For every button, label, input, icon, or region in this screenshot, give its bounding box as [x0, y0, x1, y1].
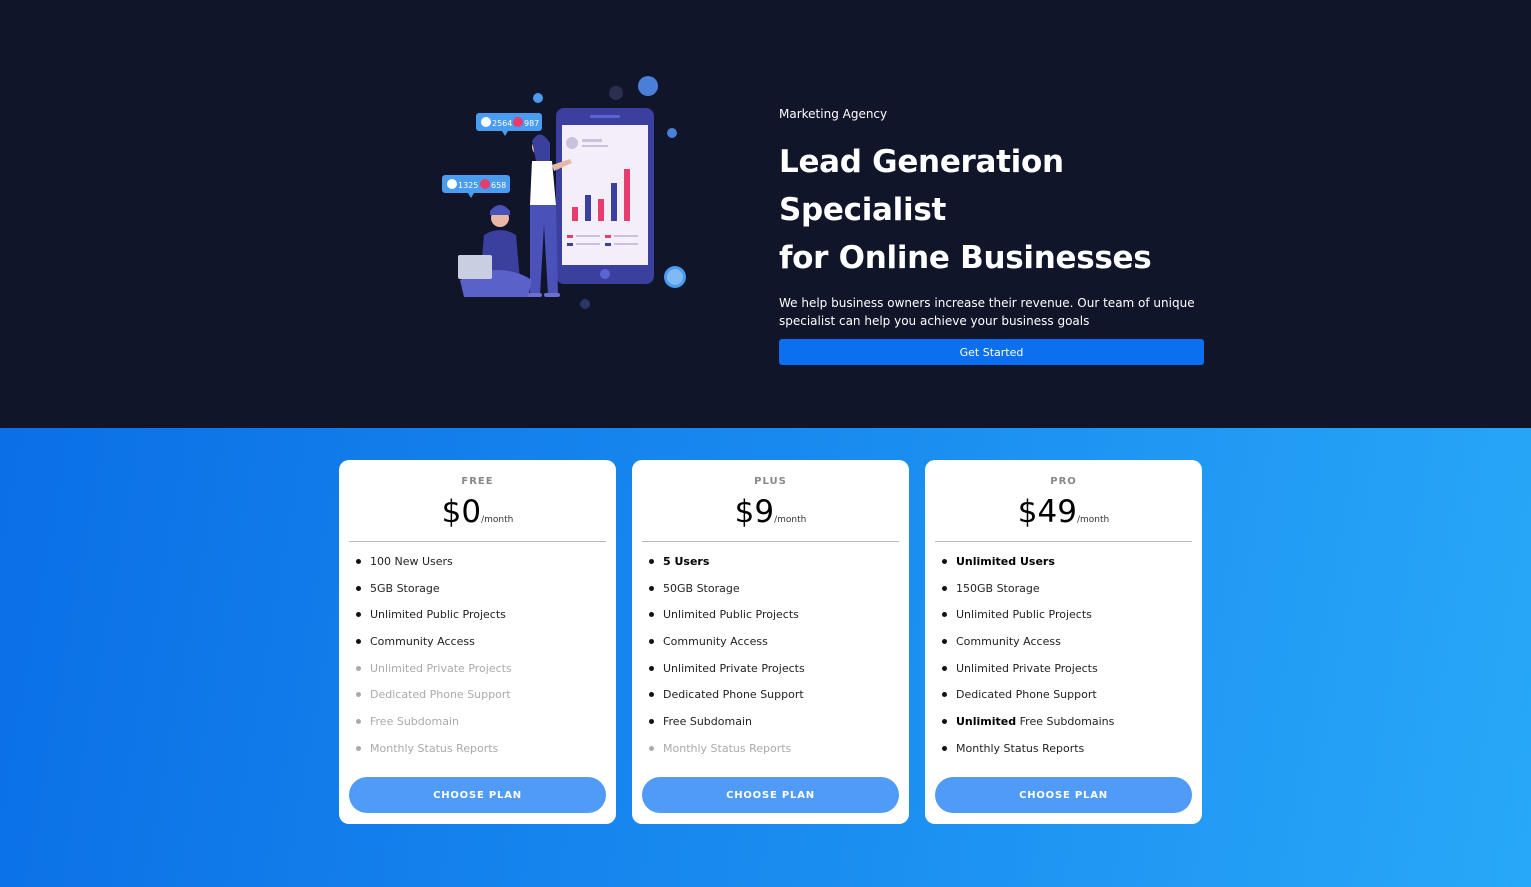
feature-text: Dedicated Phone Support — [370, 688, 511, 702]
feature-item: Community Access — [649, 635, 899, 662]
badge-likes-1: 2564 — [492, 119, 512, 128]
choose-plan-button-plus[interactable]: CHOOSE PLAN — [642, 777, 899, 813]
plan-tier: FREE — [461, 476, 494, 487]
choose-plan-button-free[interactable]: CHOOSE PLAN — [349, 777, 606, 813]
feature-text: 100 New Users — [370, 555, 453, 568]
price-period: /month — [1076, 515, 1110, 525]
pricing-section: FREE $0/month 100 New Users 5GB Storage Un… — [0, 428, 1531, 887]
get-started-button[interactable]: Get Started — [779, 339, 1204, 365]
hero-content: Marketing Agency Lead Generation Special… — [779, 106, 1205, 365]
feature-text: Unlimited Public Projects — [663, 608, 799, 622]
feature-item: Free Subdomain — [356, 715, 606, 742]
feature-item: Free Subdomain — [649, 715, 899, 742]
feature-text: Community Access — [956, 635, 1061, 649]
plan-price: $9/month — [642, 491, 899, 535]
price-amount: $49 — [1017, 494, 1077, 530]
price-amount: $0 — [441, 494, 482, 530]
feature-item: Unlimited Private Projects — [649, 662, 899, 689]
feature-list: 100 New Users 5GB Storage Unlimited Public… — [349, 555, 606, 769]
choose-plan-button-pro[interactable]: CHOOSE PLAN — [935, 777, 1192, 813]
feature-text: 50GB Storage — [663, 581, 740, 595]
pricing-card-pro: PRO $49/month Unlimited Users 150GB Stora… — [925, 460, 1202, 824]
feature-text: Free Subdomain — [663, 715, 752, 729]
pricing-card-free: FREE $0/month 100 New Users 5GB Storage Un… — [339, 460, 616, 824]
plan-price: $0/month — [349, 491, 606, 535]
divider — [349, 541, 606, 542]
feature-highlight: Unlimited Users — [956, 555, 1055, 568]
feature-item: 150GB Storage — [942, 582, 1192, 609]
feature-list: Unlimited Users 150GB Storage Unlimited Pu… — [935, 555, 1192, 769]
feature-text: 5GB Storage — [370, 581, 440, 595]
headline-line-2: for Online Businesses — [779, 240, 1152, 276]
feature-item: Unlimited Public Projects — [649, 608, 899, 635]
feature-item: Unlimited Free Subdomains — [942, 715, 1192, 742]
plan-price: $49/month — [935, 491, 1192, 535]
feature-text: Monthly Status Reports — [956, 741, 1085, 755]
hero-description: We help business owners increase their r… — [779, 296, 1195, 328]
feature-text: Dedicated Phone Support — [956, 688, 1097, 702]
feature-text: 150GB Storage — [956, 581, 1040, 595]
feature-text: Unlimited Public Projects — [956, 608, 1092, 622]
badge-likes-2: 1325 — [458, 181, 478, 190]
feature-item: 100 New Users — [356, 555, 606, 582]
feature-text: Unlimited Public Projects — [370, 608, 506, 622]
feature-item: Dedicated Phone Support — [356, 688, 606, 715]
feature-item: Unlimited Public Projects — [942, 608, 1192, 635]
price-period: /month — [774, 515, 807, 525]
feature-item: 5 Users — [649, 555, 899, 582]
feature-item: Community Access — [356, 635, 606, 662]
feature-highlight: Unlimited — [956, 715, 1017, 729]
feature-item: Unlimited Public Projects — [356, 608, 606, 635]
badge-hearts-2: 658 — [491, 181, 506, 190]
feature-item: Monthly Status Reports — [942, 742, 1192, 769]
pricing-card-plus: PLUS $9/month 5 Users 50GB Storage Unlimit… — [632, 460, 909, 824]
marketing-illustration: 2564 987 1325 658 — [442, 76, 686, 309]
feature-list: 5 Users 50GB Storage Unlimited Public Proj… — [642, 555, 899, 769]
feature-text: Unlimited Private Projects — [663, 661, 805, 675]
feature-item: Dedicated Phone Support — [942, 688, 1192, 715]
feature-item: 50GB Storage — [649, 582, 899, 609]
feature-text: Monthly Status Reports — [663, 741, 792, 755]
feature-text: Monthly Status Reports — [370, 741, 499, 755]
badge-hearts-1: 987 — [524, 119, 539, 128]
feature-item: Unlimited Private Projects — [356, 662, 606, 689]
plan-tier: PRO — [1050, 476, 1077, 487]
feature-item: Monthly Status Reports — [649, 742, 899, 769]
feature-highlight: 5 Users — [663, 555, 710, 568]
feature-item: Unlimited Users — [942, 555, 1192, 582]
feature-text: Community Access — [370, 635, 475, 649]
price-amount: $9 — [734, 494, 775, 530]
divider — [935, 541, 1192, 542]
feature-text: Unlimited Private Projects — [956, 661, 1098, 675]
feature-text: Dedicated Phone Support — [663, 688, 804, 702]
price-period: /month — [481, 515, 514, 525]
plan-tier: PLUS — [754, 476, 787, 487]
feature-item: 5GB Storage — [356, 582, 606, 609]
hero-eyebrow: Marketing Agency — [779, 107, 888, 121]
hero-headline: Lead Generation Specialist for Online Bu… — [779, 138, 1205, 282]
hero-section: 2564 987 1325 658 Marketing Agency Lead … — [0, 0, 1531, 428]
headline-line-1: Lead Generation Specialist — [779, 144, 1064, 228]
feature-text: Free Subdomain — [370, 715, 459, 729]
feature-item: Dedicated Phone Support — [649, 688, 899, 715]
feature-item: Unlimited Private Projects — [942, 662, 1192, 689]
feature-item: Community Access — [942, 635, 1192, 662]
feature-text: Community Access — [663, 635, 768, 649]
divider — [642, 541, 899, 542]
feature-item: Monthly Status Reports — [356, 742, 606, 769]
feature-text: Free Subdomains — [1016, 715, 1115, 729]
feature-text: Unlimited Private Projects — [370, 661, 512, 675]
